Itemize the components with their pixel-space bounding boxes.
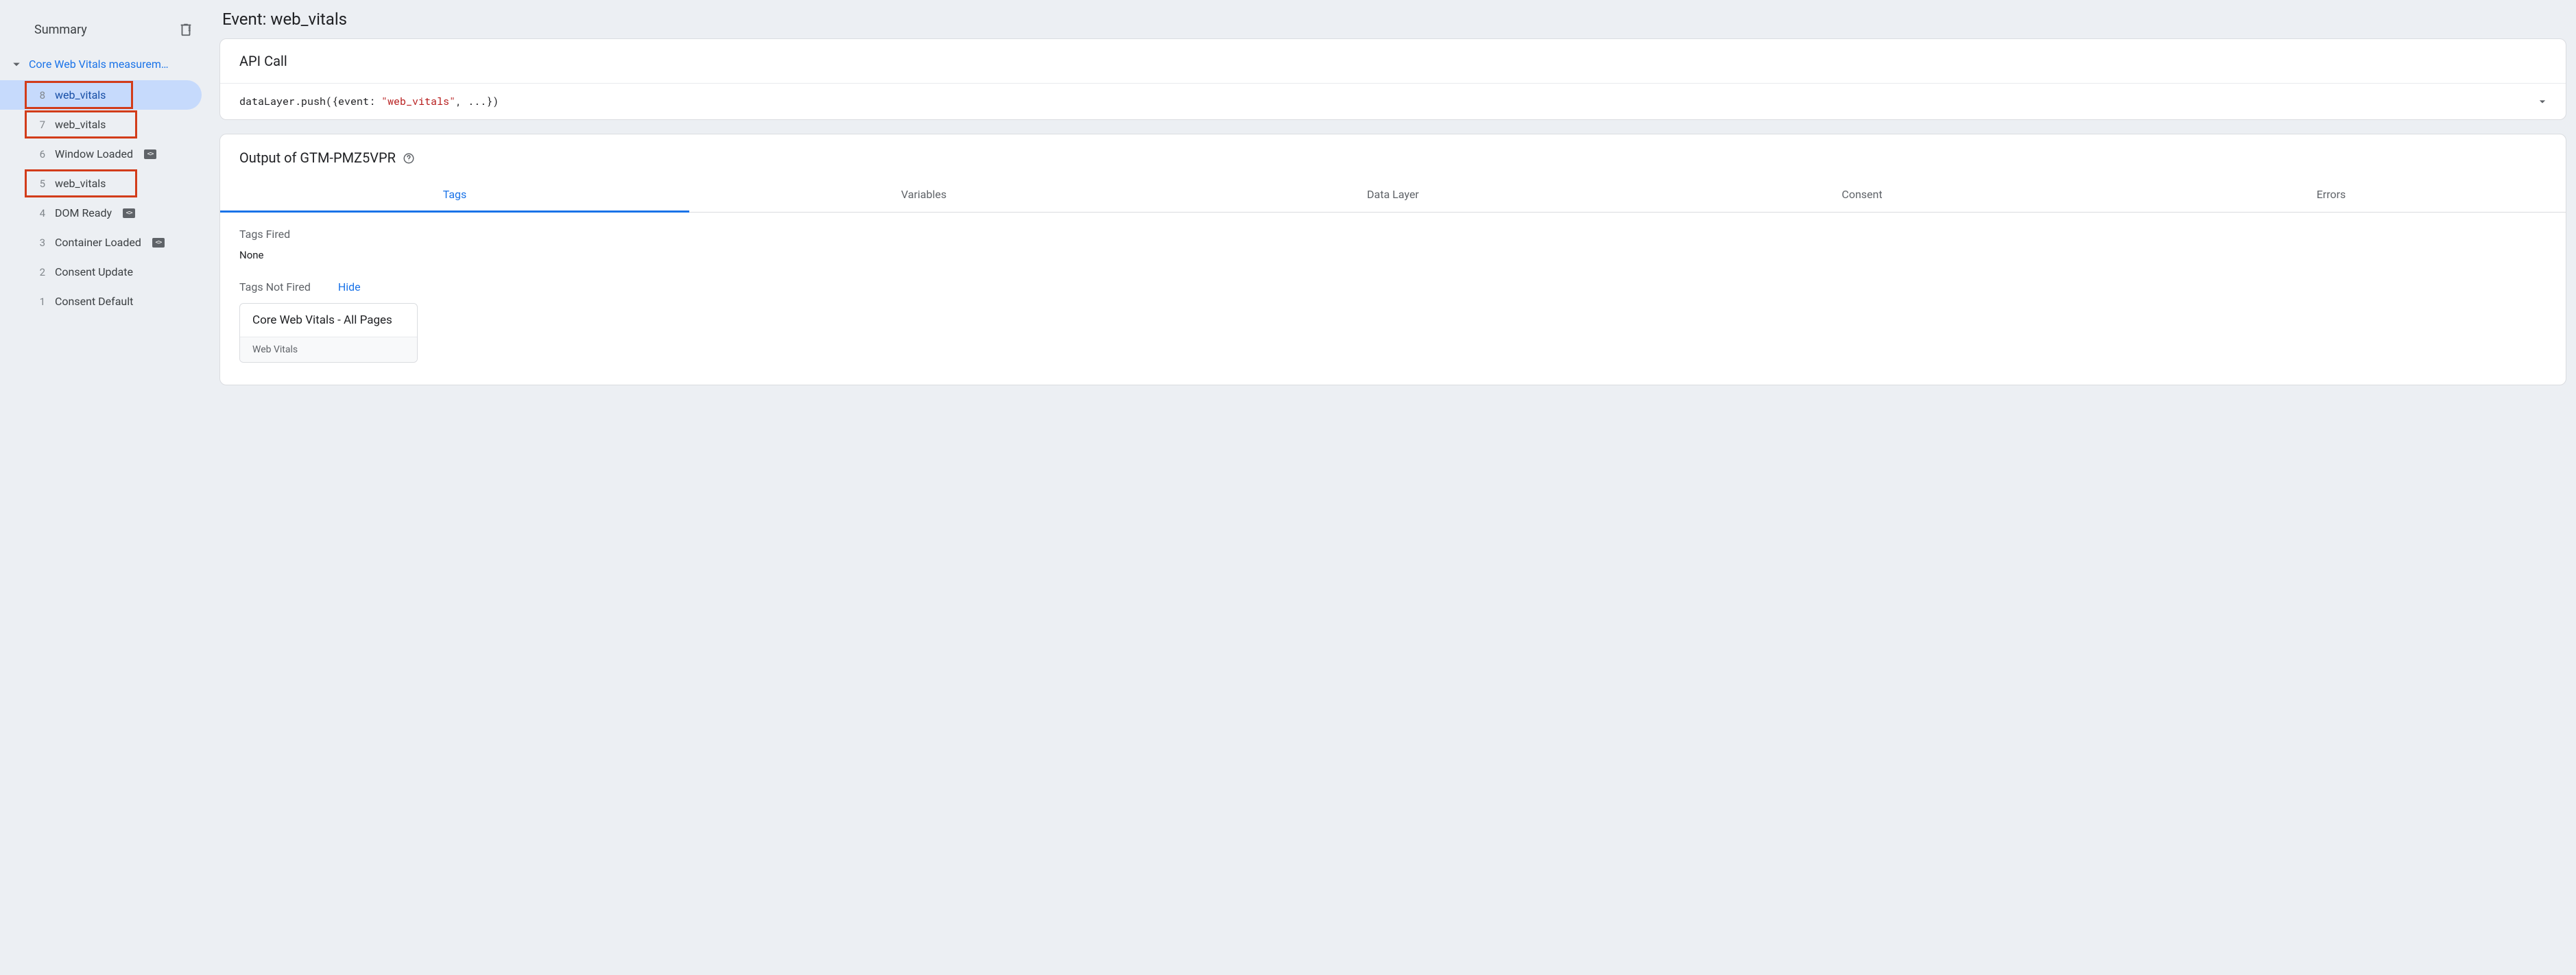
api-code-suffix: , ...}) [455, 95, 499, 108]
event-item[interactable]: 2 Consent Update [0, 257, 206, 287]
api-call-code: dataLayer.push({event: "web_vitals", ...… [239, 95, 499, 108]
output-card: Output of GTM-PMZ5VPR Tags Variables Dat… [219, 134, 2566, 385]
tag-card-type: Web Vitals [240, 337, 417, 362]
api-code-prefix: dataLayer.push({event: [239, 95, 381, 108]
event-list: 8 web_vitals 7 web_vitals 6 Window Loade… [0, 80, 206, 316]
api-call-card: API Call dataLayer.push({event: "web_vit… [219, 38, 2566, 120]
tab-variables[interactable]: Variables [689, 178, 1158, 212]
event-item[interactable]: 8 web_vitals [0, 80, 202, 110]
event-item[interactable]: 7 web_vitals [0, 110, 206, 139]
help-icon[interactable] [403, 152, 415, 164]
chevron-down-icon [12, 60, 21, 69]
code-icon: <> [144, 149, 156, 159]
event-label: DOM Ready [55, 206, 112, 219]
tab-errors[interactable]: Errors [2097, 178, 2566, 212]
event-number: 6 [36, 148, 45, 160]
event-item[interactable]: 5 web_vitals [0, 169, 206, 198]
tab-body-tags: Tags Fired None Tags Not Fired Hide Core… [220, 213, 2566, 385]
tags-fired-none: None [239, 249, 2547, 261]
event-label: Container Loaded [55, 236, 141, 249]
code-icon: <> [152, 238, 165, 248]
sidebar: Summary Core Web Vitals measurem… 8 web_… [0, 0, 206, 975]
tag-card-name: Core Web Vitals - All Pages [240, 304, 417, 337]
event-number: 8 [36, 89, 45, 101]
output-title-row: Output of GTM-PMZ5VPR [220, 134, 2566, 166]
clear-list-icon[interactable] [178, 22, 193, 37]
event-group-title: Core Web Vitals measurem… [29, 58, 199, 71]
output-title: Output of GTM-PMZ5VPR [239, 149, 396, 166]
tab-consent[interactable]: Consent [1627, 178, 2097, 212]
summary-label: Summary [34, 23, 87, 37]
event-number: 4 [36, 207, 45, 219]
event-label: Window Loaded [55, 147, 133, 160]
event-number: 7 [36, 119, 45, 131]
tags-fired-label: Tags Fired [239, 228, 2547, 241]
event-label: Consent Update [55, 265, 133, 278]
main: Event: web_vitals API Call dataLayer.pus… [206, 0, 2576, 975]
tags-not-fired-row: Tags Not Fired Hide [239, 280, 2547, 293]
event-label: web_vitals [55, 88, 106, 101]
summary-row: Summary [0, 14, 206, 53]
event-number: 1 [36, 296, 45, 308]
event-number: 5 [36, 178, 45, 190]
hide-link[interactable]: Hide [338, 280, 361, 293]
api-code-string: "web_vitals" [381, 95, 455, 108]
event-item[interactable]: 4 DOM Ready <> [0, 198, 206, 228]
tag-card[interactable]: Core Web Vitals - All Pages Web Vitals [239, 303, 418, 363]
api-call-row[interactable]: dataLayer.push({event: "web_vitals", ...… [220, 84, 2566, 119]
event-item[interactable]: 1 Consent Default [0, 287, 206, 316]
event-title: Event: web_vitals [222, 10, 2566, 29]
tags-not-fired-label: Tags Not Fired [239, 280, 311, 293]
chevron-down-icon[interactable] [2536, 95, 2549, 108]
tab-tags[interactable]: Tags [220, 178, 689, 213]
tab-data-layer[interactable]: Data Layer [1158, 178, 1627, 212]
event-group-header[interactable]: Core Web Vitals measurem… [0, 53, 206, 75]
event-number: 2 [36, 266, 45, 278]
event-label: Consent Default [55, 295, 133, 308]
event-item[interactable]: 6 Window Loaded <> [0, 139, 206, 169]
event-label: web_vitals [55, 118, 106, 131]
event-item[interactable]: 3 Container Loaded <> [0, 228, 206, 257]
event-number: 3 [36, 237, 45, 249]
api-call-title: API Call [220, 39, 2566, 84]
event-label: web_vitals [55, 177, 106, 190]
output-tabs: Tags Variables Data Layer Consent Errors [220, 178, 2566, 213]
code-icon: <> [123, 208, 135, 218]
